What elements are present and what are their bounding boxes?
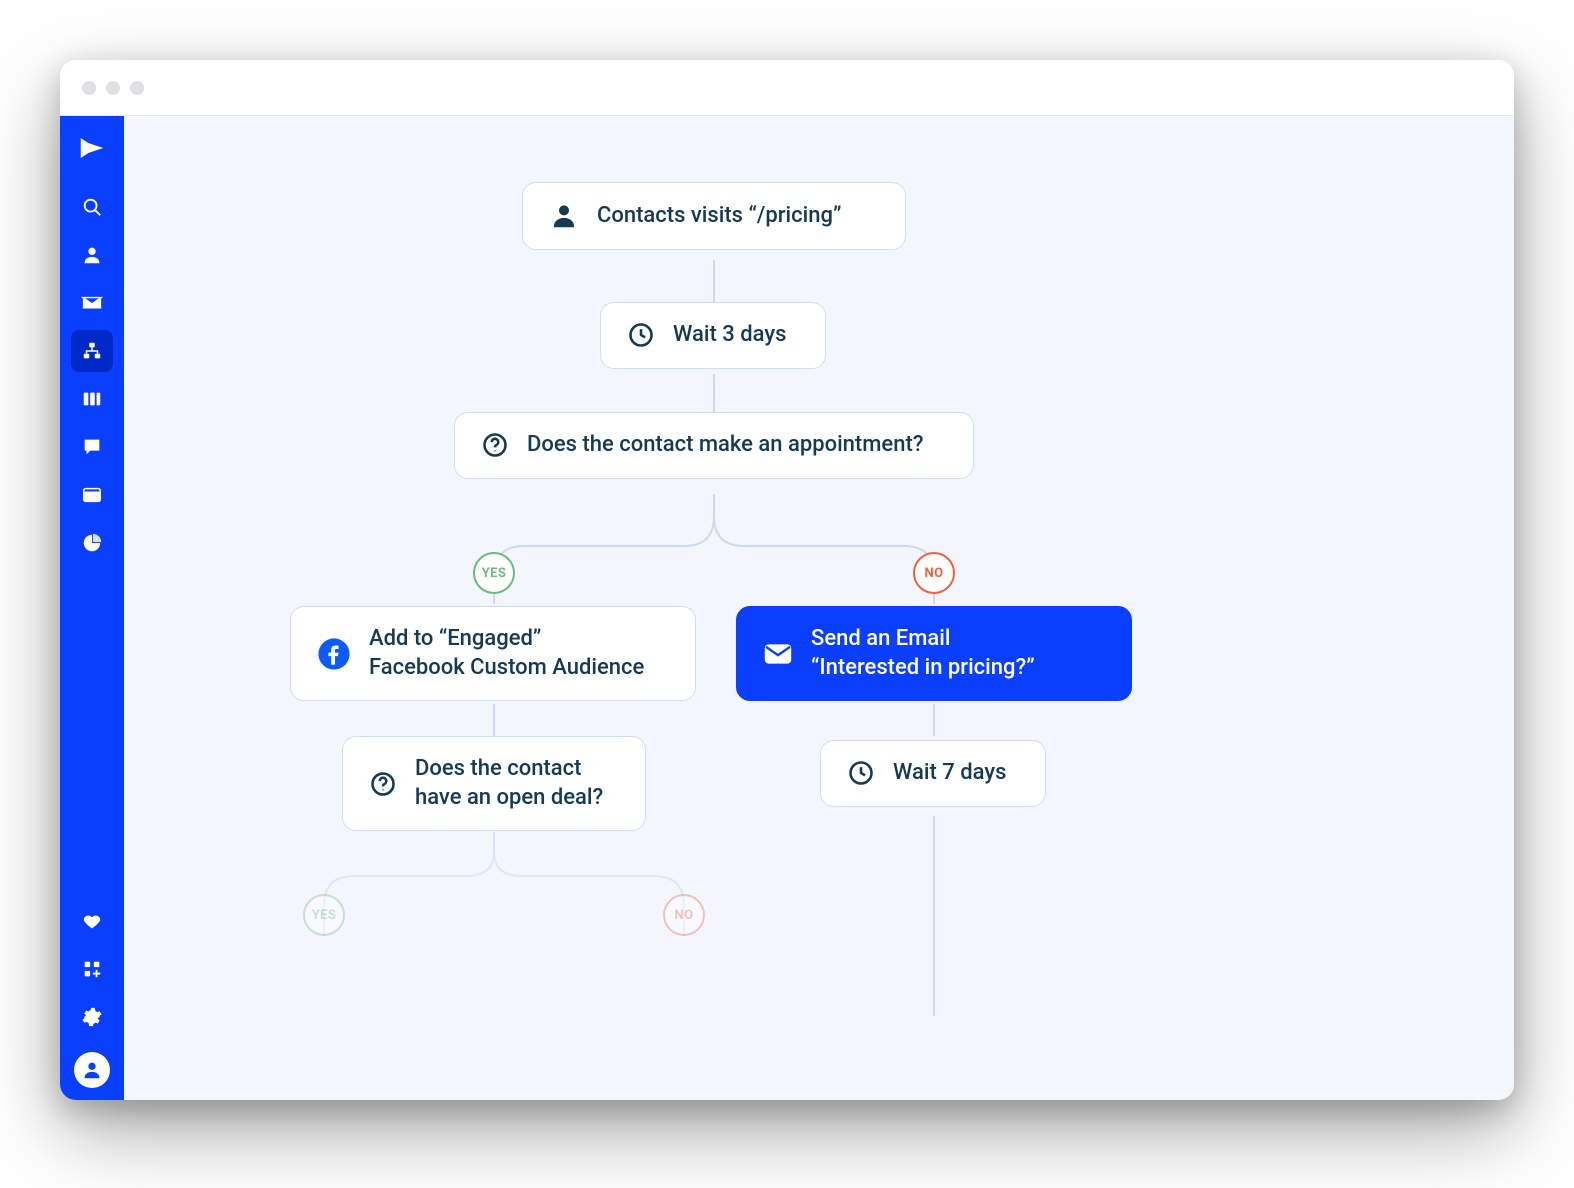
trigger-label: Contacts visits “/pricing”: [597, 202, 841, 231]
clock-icon: [847, 759, 875, 787]
wait-node-2[interactable]: Wait 7 days: [820, 740, 1046, 807]
action-node-email[interactable]: Send an Email “Interested in pricing?”: [736, 606, 1132, 701]
nav-account[interactable]: [74, 1052, 110, 1088]
clock-icon: [627, 321, 655, 349]
condition-node-1[interactable]: Does the contact make an appointment?: [454, 412, 974, 479]
badge-text: NO: [925, 566, 944, 581]
badge-text: NO: [675, 908, 694, 923]
nav-search[interactable]: [71, 186, 113, 228]
automation-canvas[interactable]: Contacts visits “/pricing” Wait 3 days D…: [124, 116, 1514, 1100]
condition-label: Does the contact make an appointment?: [527, 431, 923, 460]
sidebar: [60, 116, 124, 1100]
badge-text: YES: [482, 566, 507, 581]
app-logo-icon[interactable]: [72, 128, 112, 168]
nav-automations[interactable]: [71, 330, 113, 372]
branch-yes-badge: YES: [473, 552, 515, 594]
trigger-node[interactable]: Contacts visits “/pricing”: [522, 182, 906, 250]
nav-contacts[interactable]: [71, 234, 113, 276]
action-node-facebook[interactable]: Add to “Engaged” Facebook Custom Audienc…: [290, 606, 696, 701]
branch-no-badge: NO: [913, 552, 955, 594]
wait-node-1[interactable]: Wait 3 days: [600, 302, 826, 369]
window-titlebar: [60, 60, 1514, 116]
action-label: Add to “Engaged” Facebook Custom Audienc…: [369, 625, 644, 682]
app-body: Contacts visits “/pricing” Wait 3 days D…: [60, 116, 1514, 1100]
window-control-minimize[interactable]: [106, 81, 120, 95]
facebook-icon: [317, 637, 351, 671]
badge-text: YES: [312, 908, 337, 923]
question-icon: [369, 770, 397, 798]
action-label: Send an Email “Interested in pricing?”: [811, 625, 1035, 682]
nav-site[interactable]: [71, 474, 113, 516]
nav-campaigns[interactable]: [71, 282, 113, 324]
nav-reports[interactable]: [71, 522, 113, 564]
branch-yes-badge-2: YES: [303, 894, 345, 936]
app-window: Contacts visits “/pricing” Wait 3 days D…: [60, 60, 1514, 1100]
window-control-zoom[interactable]: [130, 81, 144, 95]
condition-node-2[interactable]: Does the contact have an open deal?: [342, 736, 646, 831]
nav-deals[interactable]: [71, 378, 113, 420]
condition-label: Does the contact have an open deal?: [415, 755, 603, 812]
wait-label: Wait 3 days: [673, 321, 786, 350]
window-control-close[interactable]: [82, 81, 96, 95]
nav-favorites[interactable]: [71, 900, 113, 942]
person-icon: [549, 201, 579, 231]
wait-label: Wait 7 days: [893, 759, 1006, 788]
nav-settings[interactable]: [71, 996, 113, 1038]
nav-conversations[interactable]: [71, 426, 113, 468]
branch-no-badge-2: NO: [663, 894, 705, 936]
nav-apps[interactable]: [71, 948, 113, 990]
question-icon: [481, 431, 509, 459]
mail-icon: [763, 642, 793, 666]
